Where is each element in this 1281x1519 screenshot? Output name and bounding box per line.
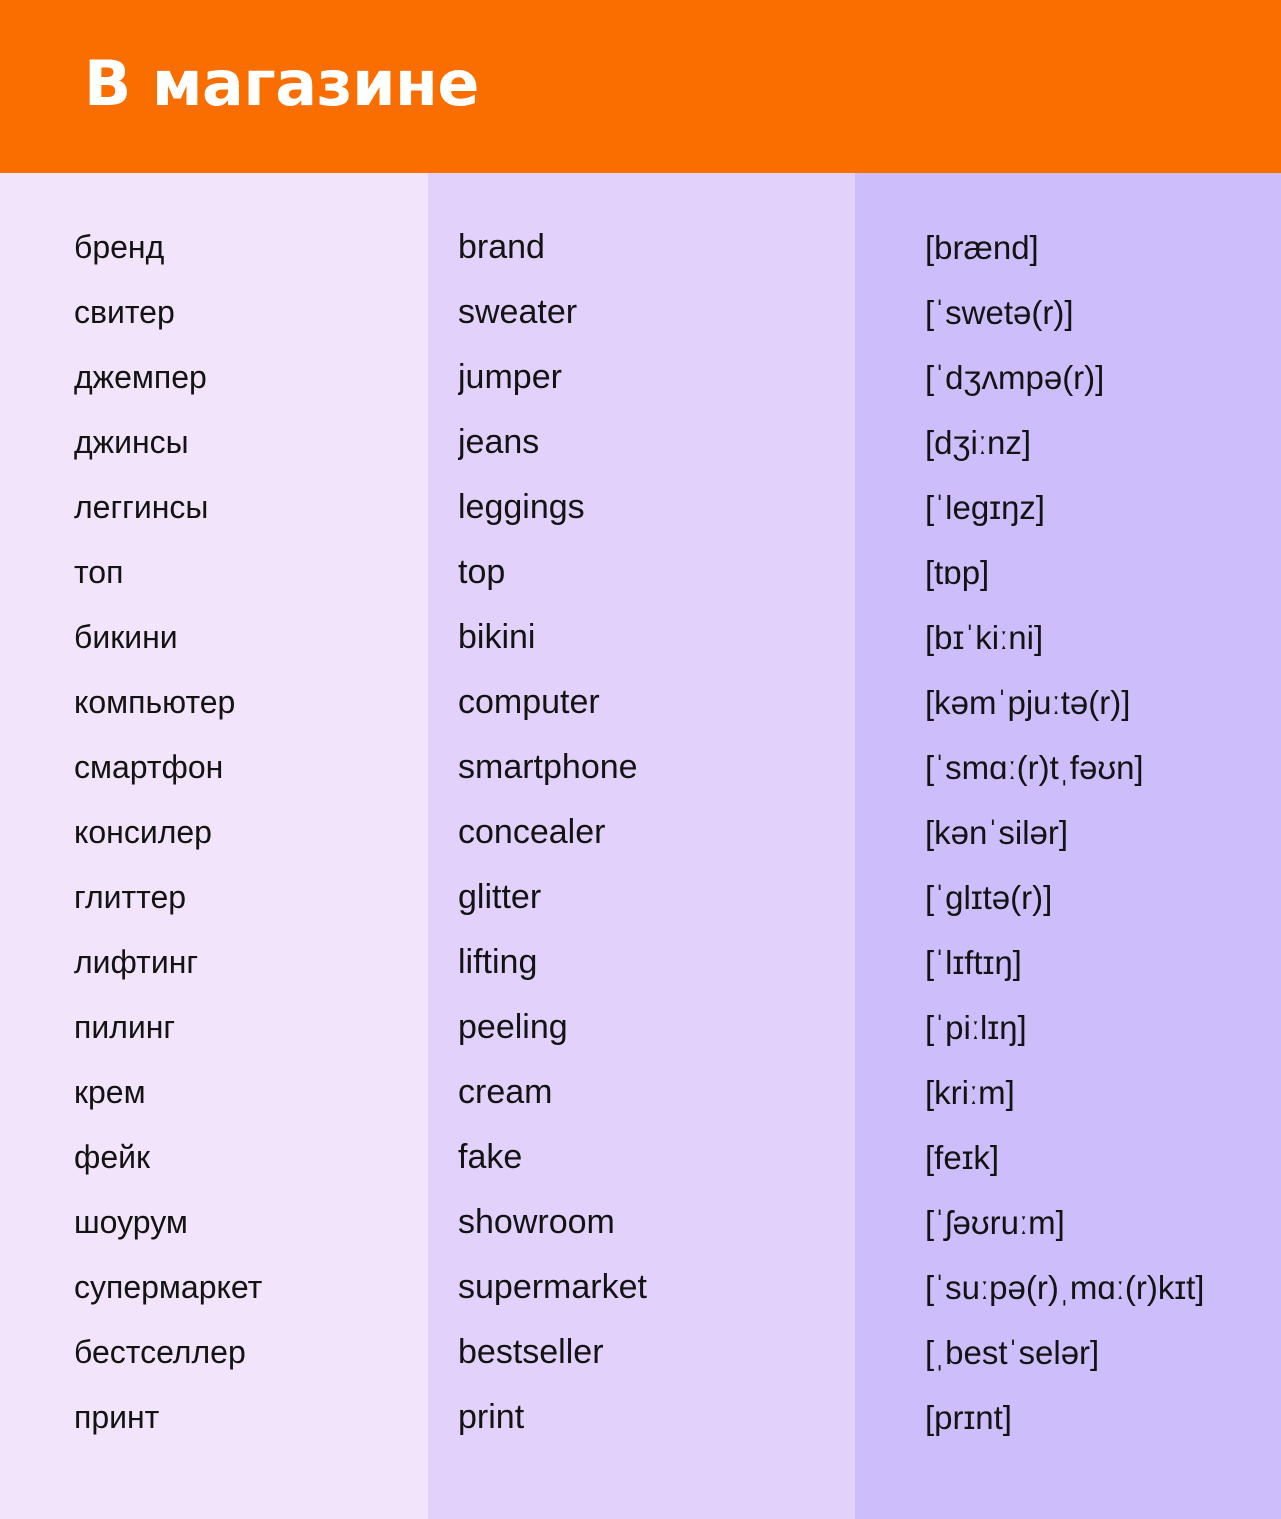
- transcription-text: [dʒiːnz]: [925, 424, 1032, 461]
- russian-word: компьютер: [74, 684, 236, 720]
- english-word: sweater: [458, 293, 578, 331]
- transcription-text: [tɒp]: [925, 554, 990, 591]
- transcription-text: [kənˈsilər]: [925, 814, 1069, 851]
- russian-word: джинсы: [74, 424, 189, 460]
- transcription-text: [ˈsuːpə(r)ˌmɑː(r)kɪt]: [925, 1269, 1205, 1306]
- english-word: cream: [458, 1073, 553, 1111]
- transcription-text: [ˈpiːlɪŋ]: [925, 1009, 1027, 1046]
- russian-word: бестселлер: [74, 1334, 246, 1370]
- page-title: В магазине: [84, 46, 479, 120]
- russian-word: крем: [74, 1074, 146, 1110]
- transcription-text: [feɪk]: [925, 1139, 1000, 1176]
- page-header: В магазине: [0, 0, 1281, 173]
- english-word: glitter: [458, 878, 542, 916]
- russian-word: консилер: [74, 814, 212, 850]
- transcription-text: [ˌbestˈselər]: [925, 1334, 1100, 1371]
- english-word: bestseller: [458, 1333, 604, 1371]
- english-word: smartphone: [458, 748, 638, 786]
- russian-word: бренд: [74, 229, 165, 265]
- russian-word: лифтинг: [74, 944, 199, 980]
- english-word: fake: [458, 1138, 523, 1176]
- transcription-text: [kəmˈpjuːtə(r)]: [925, 684, 1131, 721]
- russian-word: смартфон: [74, 749, 224, 785]
- english-word: computer: [458, 683, 600, 721]
- transcription-text: [ˈsmɑː(r)tˌfəʊn]: [925, 749, 1144, 786]
- russian-word: свитер: [74, 294, 175, 330]
- russian-word: глиттер: [74, 879, 187, 915]
- transcription-text: [ˈlegɪŋz]: [925, 489, 1045, 526]
- english-word: supermarket: [458, 1268, 647, 1306]
- russian-word: принт: [74, 1399, 160, 1435]
- english-word: lifting: [458, 943, 538, 981]
- transcription-text: [ˈglɪtə(r)]: [925, 879, 1053, 916]
- transcription-text: [prɪnt]: [925, 1399, 1012, 1436]
- english-word: brand: [458, 228, 545, 266]
- english-word: concealer: [458, 813, 606, 851]
- english-word: bikini: [458, 618, 536, 656]
- english-word: jumper: [458, 358, 562, 396]
- russian-word: шоурум: [74, 1204, 188, 1240]
- transcription-text: [ˈlɪftɪŋ]: [925, 944, 1022, 981]
- russian-word: супермаркет: [74, 1269, 263, 1305]
- english-word: top: [458, 553, 506, 591]
- column-russian: бренд свитер джемпер джинсы леггинсы топ бикин…: [0, 173, 428, 1519]
- vocabulary-page: В магазине бренд свитер джемпер джинсы легги…: [0, 0, 1281, 1519]
- vocabulary-table: бренд свитер джемпер джинсы леггинсы топ бикин…: [0, 173, 1281, 1519]
- column-transcription: [brænd] [ˈswetə(r)] [ˈdʒʌmpə(r)] [dʒiːnz] [ˈ…: [855, 173, 1281, 1519]
- english-word: leggings: [458, 488, 585, 526]
- column-english: brand sweater jumper jeans leggings top bikini…: [428, 173, 855, 1519]
- english-word: showroom: [458, 1203, 615, 1241]
- transcription-text: [kriːm]: [925, 1074, 1015, 1111]
- russian-word: фейк: [74, 1139, 150, 1175]
- russian-word: пилинг: [74, 1009, 176, 1045]
- english-word: jeans: [458, 423, 540, 461]
- russian-word: джемпер: [74, 359, 207, 395]
- transcription-text: [bɪˈkiːni]: [925, 619, 1044, 656]
- transcription-text: [ˈʃəʊruːm]: [925, 1204, 1065, 1241]
- english-word: peeling: [458, 1008, 568, 1046]
- transcription-text: [ˈswetə(r)]: [925, 294, 1074, 331]
- transcription-text: [brænd]: [925, 229, 1039, 266]
- transcription-text: [ˈdʒʌmpə(r)]: [925, 359, 1105, 396]
- russian-word: леггинсы: [74, 489, 209, 525]
- english-word: print: [458, 1398, 525, 1436]
- russian-word: топ: [74, 554, 124, 590]
- russian-word: бикини: [74, 619, 178, 655]
